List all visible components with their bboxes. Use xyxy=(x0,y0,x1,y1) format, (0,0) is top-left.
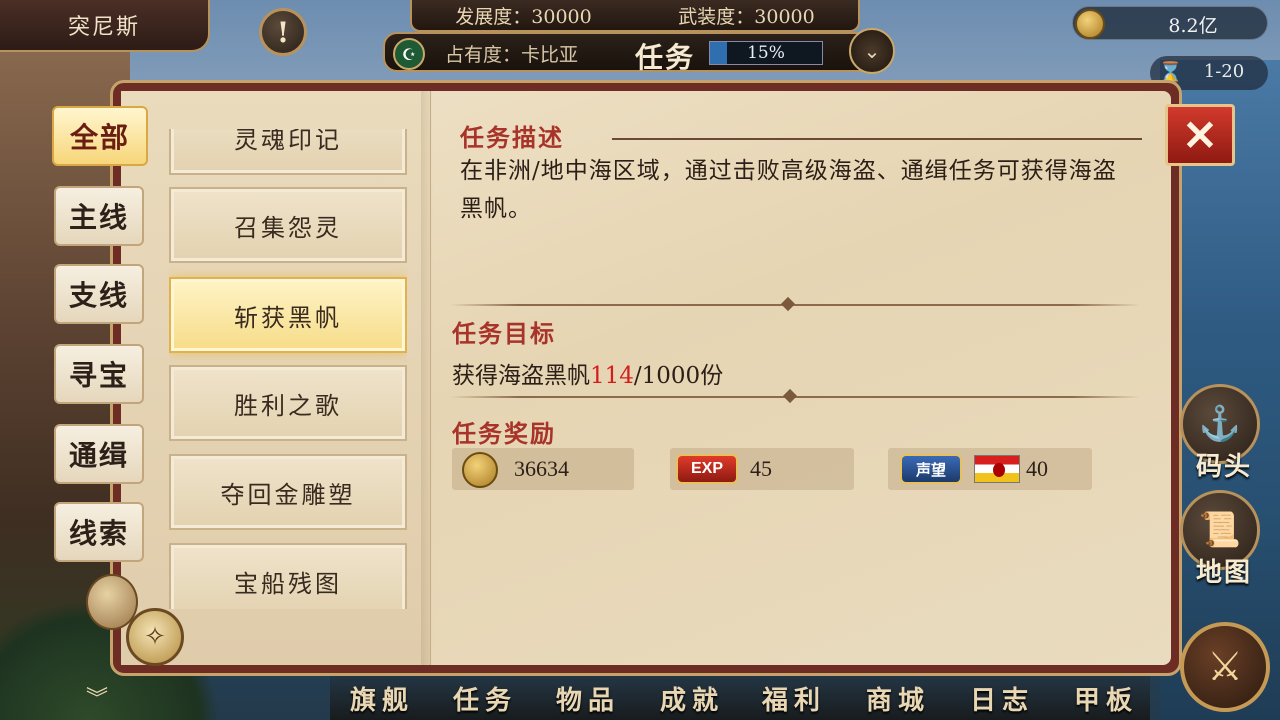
tab-label: 支线 xyxy=(68,279,129,312)
tab-main[interactable]: 主线 xyxy=(54,186,144,246)
tab-label: 寻宝 xyxy=(68,359,129,392)
gold-coin-icon xyxy=(462,452,498,488)
map-label: 地图 xyxy=(1195,558,1252,588)
double-chevron-down-icon[interactable]: ︾ xyxy=(80,680,114,714)
exp-icon-label: EXP xyxy=(690,460,723,477)
tab-clues[interactable]: 线索 xyxy=(54,502,144,562)
compass-icon[interactable]: ✧ xyxy=(126,608,184,666)
progress-text: 15% xyxy=(747,43,785,63)
reward-exp: EXP 45 xyxy=(670,448,854,490)
flag-emblem xyxy=(993,463,1005,477)
quest-item-4[interactable]: 夺回金雕塑 xyxy=(169,454,407,530)
occupancy-row: ☪ 占有度：卡比亚 任务 15% xyxy=(383,32,887,74)
window-title: 任务 xyxy=(635,41,696,74)
tab-label: 主线 xyxy=(68,201,129,234)
dock-label: 码头 xyxy=(1195,452,1252,482)
development-stat: 发展度：30000 xyxy=(455,5,592,28)
reputation-icon: 声望 xyxy=(900,454,962,484)
quest-label: 灵魂印记 xyxy=(234,129,342,154)
close-button[interactable]: ✕ xyxy=(1165,104,1235,166)
quest-item-2[interactable]: 斩获黑帆 xyxy=(169,277,407,353)
gold-currency[interactable]: 8.2亿 xyxy=(1072,6,1268,40)
nav-shop[interactable]: 商城 xyxy=(866,680,930,717)
tab-wanted[interactable]: 通缉 xyxy=(54,424,144,484)
reward-exp-value: 45 xyxy=(750,456,772,481)
title-underline xyxy=(612,138,1142,140)
city-name-label: 突尼斯 xyxy=(67,15,140,40)
divider xyxy=(450,304,1140,306)
tab-label: 通缉 xyxy=(68,439,129,472)
goal-title: 任务目标 xyxy=(452,319,556,348)
occupancy-stat: 占有度：卡比亚 xyxy=(445,44,579,66)
tab-treasure[interactable]: 寻宝 xyxy=(54,344,144,404)
description-title: 任务描述 xyxy=(460,123,564,152)
reward-reputation-value: 40 xyxy=(1026,456,1048,481)
quest-label: 斩获黑帆 xyxy=(234,303,342,332)
reward-gold-value: 36634 xyxy=(514,456,569,481)
reward-gold: 36634 xyxy=(452,448,634,490)
column-shadow xyxy=(421,91,433,665)
quest-item-0[interactable]: 灵魂印记 xyxy=(169,129,407,175)
tab-side[interactable]: 支线 xyxy=(54,264,144,324)
tab-label: 全部 xyxy=(69,121,130,154)
crossed-swords-icon: ⚔ xyxy=(1207,644,1243,690)
alert-glyph: ! xyxy=(276,15,290,49)
city-stats: 发展度：30000 武装度：30000 xyxy=(410,0,860,32)
nav-welfare[interactable]: 福利 xyxy=(762,680,826,717)
bottom-nav: 旗舰 任务 物品 成就 福利 商城 日志 甲板 xyxy=(330,676,1150,720)
city-name[interactable]: 突尼斯 xyxy=(0,0,210,52)
tab-label: 线索 xyxy=(68,517,129,550)
reward-title: 任务奖励 xyxy=(452,419,556,448)
quest-item-3[interactable]: 胜利之歌 xyxy=(169,365,407,441)
exp-icon: EXP xyxy=(676,454,738,484)
level-range-value: 1-20 xyxy=(1203,61,1245,82)
quest-label: 胜利之歌 xyxy=(234,391,342,420)
chevron-down-icon[interactable]: ⌄ xyxy=(849,28,895,74)
nav-flagship[interactable]: 旗舰 xyxy=(350,680,414,717)
quest-label: 夺回金雕塑 xyxy=(220,480,356,509)
city-status-bar: 发展度：30000 武装度：30000 ☪ 占有度：卡比亚 任务 15% ⌄ xyxy=(355,0,915,76)
gold-coin-icon xyxy=(1075,9,1105,39)
faction-flag-icon xyxy=(974,455,1020,483)
quest-list[interactable]: 灵魂印记 召集怨灵 斩获黑帆 胜利之歌 夺回金雕塑 宝船残图 xyxy=(169,129,407,609)
reputation-icon-label: 声望 xyxy=(915,460,946,479)
tab-all[interactable]: 全部 xyxy=(52,106,148,166)
armament-stat: 武装度：30000 xyxy=(678,5,815,28)
gold-amount: 8.2亿 xyxy=(1168,15,1218,37)
nav-missions[interactable]: 任务 xyxy=(453,680,517,717)
crescent-flag-icon: ☪ xyxy=(393,38,425,70)
nav-log[interactable]: 日志 xyxy=(970,680,1034,717)
mission-description: 在非洲/地中海区域，通过击败高级海盗、通缉任务可获得海盗黑帆。 xyxy=(460,158,1117,222)
quest-label: 宝船残图 xyxy=(234,569,342,598)
reward-reputation: 声望 40 xyxy=(888,448,1092,490)
quest-label: 召集怨灵 xyxy=(234,213,342,242)
alert-icon[interactable]: ! xyxy=(259,8,307,56)
mission-progress-bar: 15% xyxy=(709,41,823,65)
goal-current: 114 xyxy=(590,363,634,389)
nav-achievements[interactable]: 成就 xyxy=(660,680,724,717)
goal-suffix: /1000份 xyxy=(633,363,724,389)
quest-item-1[interactable]: 召集怨灵 xyxy=(169,187,407,263)
mission-goal: 获得海盗黑帆114/1000份 xyxy=(452,356,723,390)
close-icon: ✕ xyxy=(1182,110,1218,160)
nav-items[interactable]: 物品 xyxy=(556,680,620,717)
crossed-swords-button[interactable]: ⚔ xyxy=(1180,622,1270,712)
quest-item-5[interactable]: 宝船残图 xyxy=(169,543,407,609)
goal-prefix: 获得海盗黑帆 xyxy=(452,363,590,389)
nav-deck[interactable]: 甲板 xyxy=(1074,680,1138,717)
